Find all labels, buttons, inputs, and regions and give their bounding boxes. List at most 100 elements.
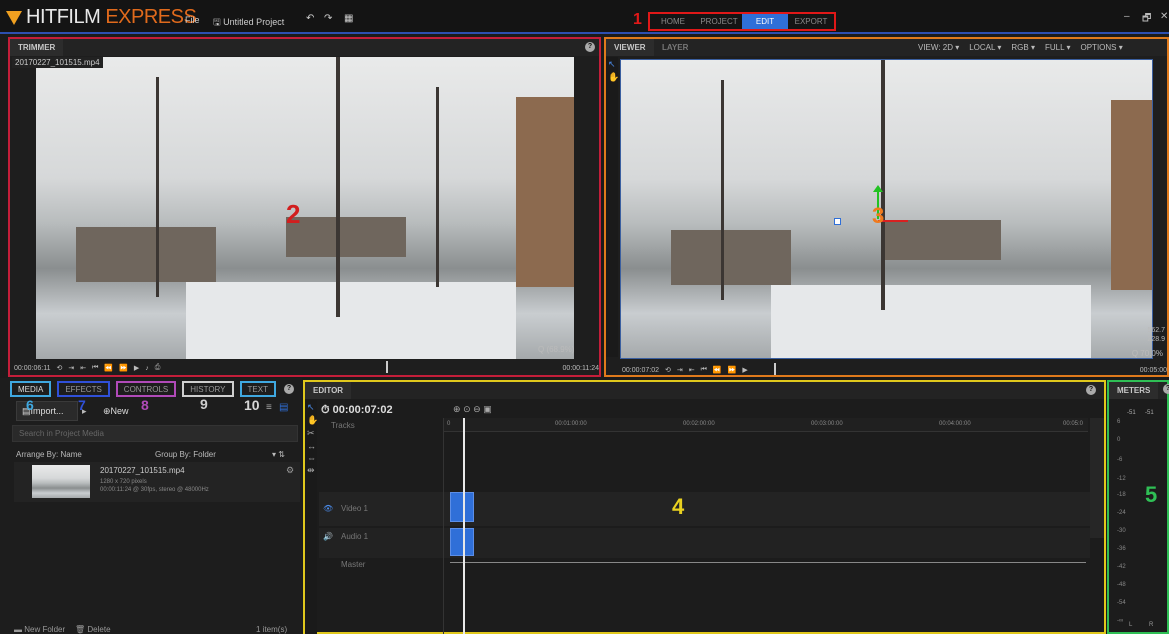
audio-track-label: Audio 1	[341, 532, 369, 541]
media-size: 1280 x 720 pixels	[100, 479, 147, 485]
viewer-zoom[interactable]: Q 70.0%	[1132, 349, 1163, 358]
insert-icon[interactable]: ⇥	[677, 366, 683, 374]
grid-icon[interactable]: ▦	[344, 13, 353, 24]
channel-select[interactable]: RGB ▾	[1011, 43, 1035, 52]
audio-clip[interactable]	[450, 528, 474, 556]
tab-media[interactable]: MEDIA	[10, 381, 52, 397]
slice-tool-icon[interactable]: ✂	[307, 428, 315, 439]
sort-icon[interactable]: ▾ ⇅	[272, 450, 285, 459]
coord-readout-2: 228.9	[1147, 336, 1165, 343]
new-folder-button[interactable]: ▬ New Folder	[14, 625, 65, 634]
trimmer-time-start: 00:00:06:11	[14, 364, 51, 372]
audio-icon[interactable]: ♪	[145, 365, 149, 372]
timeline-ruler[interactable]: 0 00:01:00:00 00:02:00:00 00:03:00:00 00…	[443, 418, 1088, 432]
skip-back-icon[interactable]: ⏮	[92, 364, 98, 372]
project-name[interactable]: 🖫 Untitled Project	[213, 15, 284, 31]
tab-export[interactable]: EXPORT	[788, 14, 834, 29]
detail-view-icon[interactable]: ▤	[279, 402, 288, 413]
tab-edit[interactable]: EDIT	[742, 14, 788, 29]
editor-scrollbar[interactable]	[1090, 418, 1104, 538]
tab-trimmer[interactable]: TRIMMER	[10, 39, 64, 56]
slide-tool-icon[interactable]: ⇔	[307, 453, 316, 463]
media-search-input[interactable]: Search in Project Media	[12, 425, 298, 442]
select-tool-icon[interactable]: ↖	[307, 402, 315, 413]
media-thumbnail	[32, 465, 90, 498]
visibility-icon[interactable]: 👁	[323, 504, 333, 513]
snapshot-icon[interactable]: ⎙	[155, 364, 161, 372]
timeline-playhead[interactable]	[463, 418, 465, 634]
viewer-video-frame[interactable]	[620, 59, 1153, 359]
add-icon: ⊕	[103, 405, 111, 416]
speaker-icon[interactable]: 🔊	[323, 532, 333, 541]
hand-tool-icon[interactable]: ✋	[307, 415, 318, 426]
media-settings-icon[interactable]: ⚙	[286, 465, 294, 476]
tab-editor[interactable]: EDITOR	[305, 382, 352, 399]
step-back-icon[interactable]: ⏪	[104, 364, 113, 372]
view-mode-select[interactable]: VIEW: 2D ▾	[918, 43, 959, 52]
step-back-icon[interactable]: ⏪	[713, 366, 722, 374]
undo-icon[interactable]: ↶	[306, 13, 314, 24]
transform-anchor-handle[interactable]	[834, 218, 841, 225]
group-select[interactable]: Group By: Folder	[155, 450, 216, 459]
play-icon[interactable]: ▶	[134, 364, 139, 372]
marker-icon[interactable]: ▣	[483, 404, 492, 414]
ripple-tool-icon[interactable]: ⇹	[307, 465, 315, 476]
meter-tick: -54	[1117, 600, 1126, 606]
space-select[interactable]: LOCAL ▾	[969, 43, 1001, 52]
trimmer-video-frame[interactable]	[36, 57, 574, 359]
tab-project[interactable]: PROJECT	[696, 14, 742, 29]
viewer-playhead[interactable]	[774, 363, 776, 375]
delete-button[interactable]: 🗑 Delete	[75, 625, 111, 634]
help-icon[interactable]: ?	[1163, 384, 1169, 394]
slip-tool-icon[interactable]: ↔	[307, 441, 316, 451]
media-item[interactable]: 20170227_101515.mp4 1280 x 720 pixels 00…	[14, 462, 300, 502]
viewer-header: VIEWER LAYER VIEW: 2D ▾ LOCAL ▾ RGB ▾ FU…	[606, 39, 1167, 56]
trimmer-controls: 00:00:06:11 ⟲ ⇥ ⇤ ⏮ ⏪ ⏩ ▶ ♪ ⎙ 00:00:11:2…	[14, 361, 599, 375]
editor-buttons: ⊕ ⊙ ⊖ ▣	[453, 404, 492, 415]
loop-icon[interactable]: ⟲	[665, 366, 671, 374]
zoom-in-icon[interactable]: ⊕	[453, 404, 461, 414]
redo-icon[interactable]: ↷	[324, 13, 332, 24]
tab-viewer[interactable]: VIEWER	[606, 39, 654, 56]
zoom-out-icon[interactable]: ⊖	[473, 404, 481, 414]
trimmer-zoom[interactable]: Q (68.9%)	[538, 345, 574, 354]
tab-controls[interactable]: CONTROLS	[115, 381, 177, 397]
overlay-icon[interactable]: ⇤	[80, 364, 86, 372]
video-track-label: Video 1	[341, 504, 368, 513]
restore-icon[interactable]: 🗗	[1142, 11, 1151, 28]
step-forward-icon[interactable]: ⏩	[728, 366, 737, 374]
play-icon[interactable]: ▶	[742, 366, 747, 374]
hand-tool-icon[interactable]: ✋	[608, 72, 619, 83]
tab-text[interactable]: TEXT	[239, 381, 276, 397]
help-icon[interactable]: ?	[1086, 385, 1096, 395]
new-button[interactable]: ⊕ New	[98, 401, 140, 421]
help-icon[interactable]: ?	[284, 384, 294, 394]
close-icon[interactable]: ✕	[1160, 11, 1168, 22]
options-select[interactable]: OPTIONS ▾	[1081, 43, 1123, 52]
select-tool-icon[interactable]: ↖	[608, 59, 616, 70]
file-menu[interactable]: File	[185, 15, 200, 25]
quality-select[interactable]: FULL ▾	[1045, 43, 1071, 52]
trimmer-playhead[interactable]	[386, 361, 388, 373]
loop-icon[interactable]: ⟲	[56, 364, 62, 372]
help-icon[interactable]: ?	[585, 42, 595, 52]
tab-history[interactable]: HISTORY	[182, 381, 234, 397]
item-count: 1 item(s)	[256, 625, 288, 634]
master-level-line	[450, 562, 1086, 563]
tab-layer[interactable]: LAYER	[654, 39, 696, 56]
tab-home[interactable]: HOME	[650, 14, 696, 29]
insert-icon[interactable]: ⇥	[68, 364, 74, 372]
video-clip[interactable]	[450, 492, 474, 522]
tab-meters[interactable]: METERS	[1109, 382, 1159, 399]
step-forward-icon[interactable]: ⏩	[119, 364, 128, 372]
annotation-6: 6	[26, 397, 34, 413]
meter-tick: 0	[1117, 437, 1121, 443]
peak-right: -51	[1145, 410, 1154, 416]
tab-effects[interactable]: EFFECTS	[57, 381, 110, 397]
overlay-icon[interactable]: ⇤	[689, 366, 695, 374]
zoom-fit-icon[interactable]: ⊙	[463, 404, 471, 414]
arrange-select[interactable]: Arrange By: Name	[16, 450, 82, 459]
minimize-icon[interactable]: –	[1124, 11, 1130, 22]
skip-back-icon[interactable]: ⏮	[701, 366, 707, 374]
list-view-icon[interactable]: ≡	[266, 402, 272, 413]
